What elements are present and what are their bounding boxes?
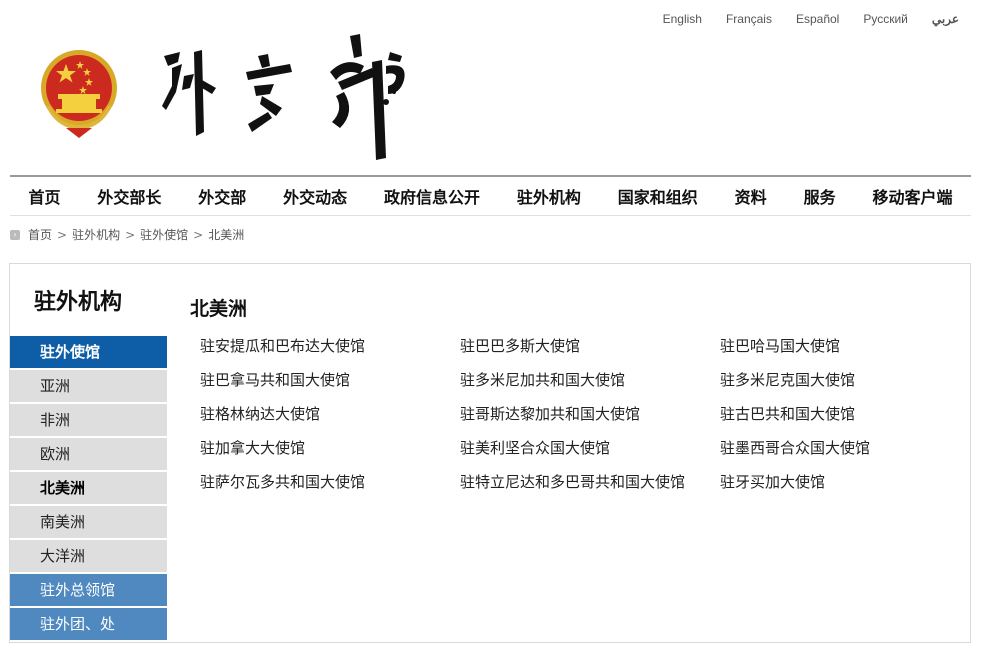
nav-home[interactable]: 首页: [28, 184, 60, 208]
sidebar-item-consulates[interactable]: 驻外总领馆: [10, 574, 167, 608]
sidebar-item-europe[interactable]: 欧洲: [10, 438, 167, 472]
lang-spanish[interactable]: Español: [796, 12, 839, 26]
embassy-list: 驻安提瓜和巴布达大使馆 驻巴巴多斯大使馆 驻巴哈马国大使馆 驻巴拿马共和国大使馆…: [190, 335, 960, 493]
embassy-link[interactable]: 驻墨西哥合众国大使馆: [720, 437, 960, 459]
nav-services[interactable]: 服务: [804, 184, 836, 208]
embassy-link[interactable]: 驻美利坚合众国大使馆: [460, 437, 720, 459]
sidebar: 驻外机构 驻外使馆 亚洲 非洲 欧洲 北美洲 南美洲 大洋洲 驻外总领馆 驻外团…: [10, 264, 167, 642]
breadcrumb-home[interactable]: 首页: [28, 226, 52, 243]
nav-ministry[interactable]: 外交部: [198, 184, 246, 208]
lang-english[interactable]: English: [663, 12, 702, 26]
embassy-link[interactable]: 驻多米尼克国大使馆: [720, 369, 960, 391]
breadcrumb-current[interactable]: 北美洲: [208, 226, 244, 243]
nav-countries-orgs[interactable]: 国家和组织: [618, 184, 698, 208]
content-panel: 驻外机构 驻外使馆 亚洲 非洲 欧洲 北美洲 南美洲 大洋洲 驻外总领馆 驻外团…: [9, 263, 971, 643]
national-emblem-icon[interactable]: [36, 48, 122, 140]
sidebar-item-embassies[interactable]: 驻外使馆: [10, 336, 167, 370]
embassy-link[interactable]: 驻特立尼达和多巴哥共和国大使馆: [460, 471, 720, 493]
sidebar-item-missions-offices[interactable]: 驻外团、处: [10, 608, 167, 642]
sidebar-item-asia[interactable]: 亚洲: [10, 370, 167, 404]
nav-foreign-minister[interactable]: 外交部长: [97, 184, 161, 208]
language-bar: English Français Español Русский عربي: [639, 12, 959, 26]
lang-arabic[interactable]: عربي: [932, 12, 959, 26]
embassy-link[interactable]: 驻古巴共和国大使馆: [720, 403, 960, 425]
nav-mobile-client[interactable]: 移动客户端: [872, 184, 952, 208]
embassy-link[interactable]: 驻萨尔瓦多共和国大使馆: [200, 471, 460, 493]
sidebar-title: 驻外机构: [34, 290, 123, 315]
embassy-link[interactable]: 驻牙买加大使馆: [720, 471, 960, 493]
nav-missions-abroad[interactable]: 驻外机构: [517, 184, 581, 208]
embassy-link[interactable]: 驻安提瓜和巴布达大使馆: [200, 335, 460, 357]
sidebar-item-south-america[interactable]: 南美洲: [10, 506, 167, 540]
embassy-link[interactable]: 驻多米尼加共和国大使馆: [460, 369, 720, 391]
breadcrumb-missions[interactable]: 驻外机构: [72, 226, 120, 243]
breadcrumb-embassies[interactable]: 驻外使馆: [140, 226, 188, 243]
lang-russian[interactable]: Русский: [863, 12, 908, 26]
nav-resources[interactable]: 资料: [735, 184, 767, 208]
breadcrumb-separator: >: [125, 227, 136, 242]
sidebar-item-oceania[interactable]: 大洋洲: [10, 540, 167, 574]
nav-diplomatic-news[interactable]: 外交动态: [283, 184, 347, 208]
embassy-link[interactable]: 驻巴巴多斯大使馆: [460, 335, 720, 357]
breadcrumb: › 首页 > 驻外机构 > 驻外使馆 > 北美洲: [10, 226, 244, 243]
main-content: 北美洲 驻安提瓜和巴布达大使馆 驻巴巴多斯大使馆 驻巴哈马国大使馆 驻巴拿马共和…: [190, 294, 960, 493]
embassy-link[interactable]: 驻巴哈马国大使馆: [720, 335, 960, 357]
sidebar-item-africa[interactable]: 非洲: [10, 404, 167, 438]
ministry-calligraphy-logo[interactable]: [150, 32, 415, 164]
lang-french[interactable]: Français: [726, 12, 772, 26]
main-nav: 首页 外交部长 外交部 外交动态 政府信息公开 驻外机构 国家和组织 资料 服务…: [10, 177, 971, 216]
embassy-link[interactable]: 驻格林纳达大使馆: [200, 403, 460, 425]
embassy-link[interactable]: 驻哥斯达黎加共和国大使馆: [460, 403, 720, 425]
breadcrumb-separator: >: [193, 227, 204, 242]
breadcrumb-arrow-icon: ›: [10, 229, 20, 240]
embassy-link[interactable]: 驻加拿大大使馆: [200, 437, 460, 459]
breadcrumb-separator: >: [57, 227, 68, 242]
region-title: 北美洲: [190, 298, 248, 320]
nav-gov-info[interactable]: 政府信息公开: [384, 184, 480, 208]
sidebar-item-north-america[interactable]: 北美洲: [10, 472, 167, 506]
embassy-link[interactable]: 驻巴拿马共和国大使馆: [200, 369, 460, 391]
